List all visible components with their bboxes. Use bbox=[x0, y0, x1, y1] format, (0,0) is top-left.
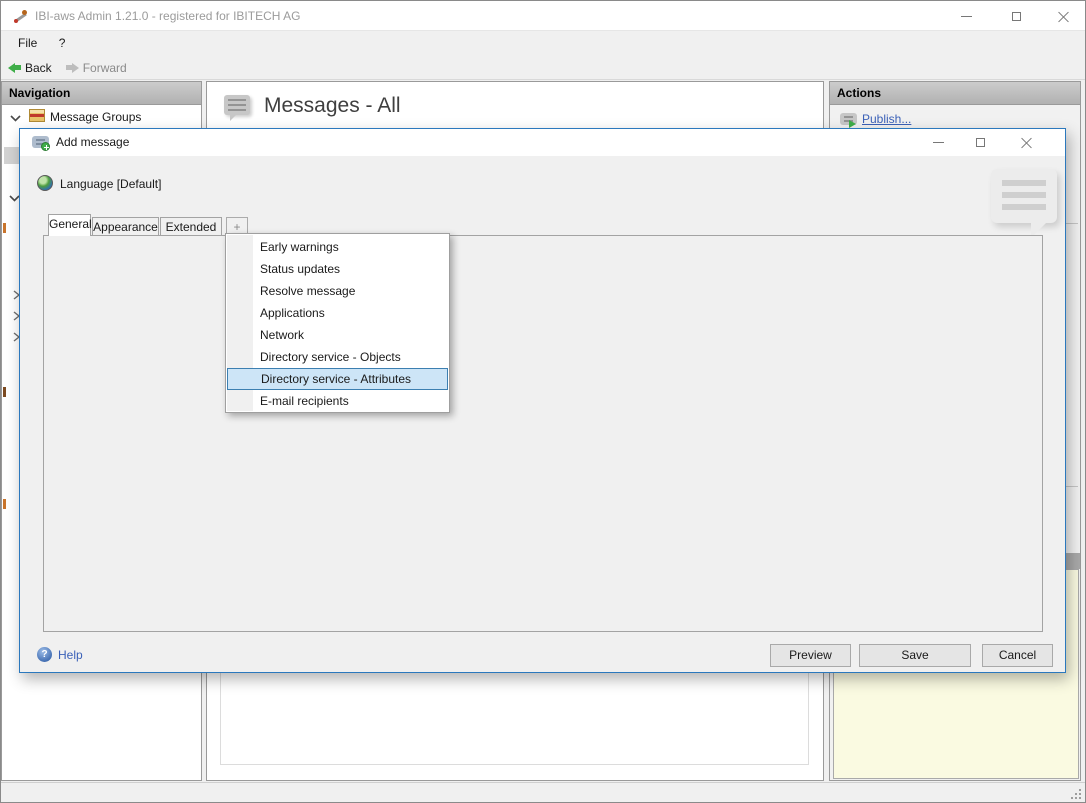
minimize-icon bbox=[933, 142, 944, 143]
tab-extended[interactable]: Extended bbox=[160, 217, 222, 236]
close-icon bbox=[1058, 11, 1069, 22]
help-link[interactable]: Help bbox=[58, 648, 83, 662]
message-watermark-icon bbox=[991, 169, 1057, 223]
menu-help[interactable]: ? bbox=[50, 31, 75, 56]
menu-item-email-recipients[interactable]: E-mail recipients bbox=[227, 390, 448, 412]
preview-button[interactable]: Preview bbox=[770, 644, 851, 667]
resize-grip[interactable] bbox=[1069, 787, 1081, 799]
cancel-button[interactable]: Cancel bbox=[982, 644, 1053, 667]
language-label: Language [Default] bbox=[60, 177, 161, 191]
tree-selected-row-fragment[interactable] bbox=[4, 147, 20, 164]
maximize-icon bbox=[1012, 12, 1021, 21]
messages-icon bbox=[224, 95, 250, 115]
app-icon bbox=[13, 8, 29, 24]
forward-button[interactable]: Forward bbox=[59, 57, 134, 79]
toolbar: Back Forward bbox=[1, 56, 1085, 80]
publish-link[interactable]: Publish... bbox=[862, 112, 911, 126]
tree-icon-fragment bbox=[3, 223, 6, 233]
chevron-down-icon[interactable] bbox=[10, 112, 21, 126]
dialog-maximize-button[interactable] bbox=[965, 129, 995, 156]
tab-appearance[interactable]: Appearance bbox=[92, 217, 159, 236]
forward-icon bbox=[66, 63, 79, 73]
menu-item-network[interactable]: Network bbox=[227, 324, 448, 346]
dialog-minimize-button[interactable] bbox=[923, 129, 953, 156]
menu-item-directory-service-objects[interactable]: Directory service - Objects bbox=[227, 346, 448, 368]
help-icon: ? bbox=[37, 647, 52, 662]
maximize-icon bbox=[976, 138, 985, 147]
window-title: IBI-aws Admin 1.21.0 - registered for IB… bbox=[35, 1, 300, 31]
back-label: Back bbox=[25, 61, 52, 75]
menu-item-resolve-message[interactable]: Resolve message bbox=[227, 280, 448, 302]
actions-header: Actions bbox=[829, 81, 1081, 105]
menu-item-early-warnings[interactable]: Early warnings bbox=[227, 236, 448, 258]
message-groups-icon bbox=[29, 109, 45, 122]
tree-item-message-groups[interactable]: Message Groups bbox=[50, 110, 141, 124]
dialog-titlebar: Add message bbox=[20, 129, 1065, 156]
plus-icon: + bbox=[233, 220, 240, 234]
menubar: File ? bbox=[1, 31, 1085, 56]
close-button[interactable] bbox=[1046, 1, 1080, 31]
back-icon bbox=[8, 63, 21, 73]
add-message-icon bbox=[32, 136, 49, 148]
page-title: Messages - All bbox=[264, 94, 401, 118]
menu-item-applications[interactable]: Applications bbox=[227, 302, 448, 324]
maximize-button[interactable] bbox=[999, 1, 1033, 31]
app-window: IBI-aws Admin 1.21.0 - registered for IB… bbox=[0, 0, 1086, 803]
menu-item-status-updates[interactable]: Status updates bbox=[227, 258, 448, 280]
actions-header-label: Actions bbox=[837, 86, 881, 100]
message-type-menu: Early warnings Status updates Resolve me… bbox=[225, 233, 450, 413]
save-button[interactable]: Save bbox=[859, 644, 971, 667]
forward-label: Forward bbox=[83, 61, 127, 75]
menu-item-directory-service-attributes[interactable]: Directory service - Attributes bbox=[227, 368, 448, 390]
add-message-dialog: Add message Language [Default] General A… bbox=[19, 128, 1066, 673]
navigation-header: Navigation bbox=[1, 81, 202, 105]
dialog-title: Add message bbox=[56, 129, 129, 156]
publish-icon bbox=[840, 113, 857, 125]
tab-general[interactable]: General bbox=[48, 214, 91, 236]
minimize-icon bbox=[961, 16, 972, 17]
menu-file[interactable]: File bbox=[9, 31, 46, 56]
general-tab-page bbox=[43, 235, 1043, 632]
dialog-close-button[interactable] bbox=[1011, 129, 1041, 156]
navigation-header-label: Navigation bbox=[9, 86, 70, 100]
close-icon bbox=[1021, 137, 1032, 148]
language-globe-icon bbox=[37, 175, 53, 191]
back-button[interactable]: Back bbox=[1, 57, 59, 79]
minimize-button[interactable] bbox=[949, 1, 983, 31]
status-bar bbox=[1, 782, 1085, 803]
tree-icon-fragment bbox=[3, 387, 6, 397]
titlebar: IBI-aws Admin 1.21.0 - registered for IB… bbox=[1, 1, 1085, 31]
tree-icon-fragment bbox=[3, 499, 6, 509]
